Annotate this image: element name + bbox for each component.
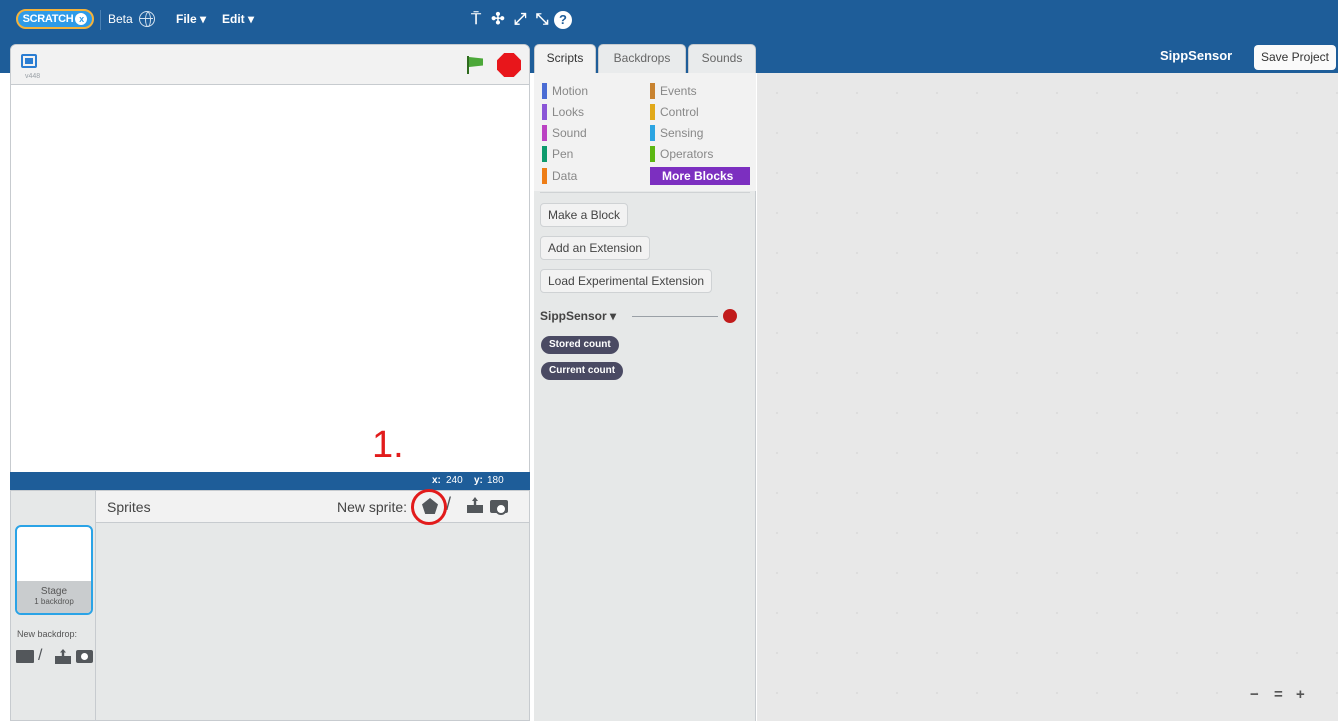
backdrop-library-icon[interactable] — [16, 650, 34, 663]
stage-thumbnail-name: Stage — [40, 586, 68, 597]
file-menu[interactable]: File ▾ — [176, 12, 206, 26]
stage-thumbnail[interactable]: Stage 1 backdrop — [15, 525, 93, 615]
category-more-blocks[interactable]: More Blocks — [650, 167, 750, 185]
duplicate-icon[interactable]: ⍑ — [466, 10, 486, 30]
category-label: Motion — [552, 84, 589, 98]
category-control[interactable]: Control — [650, 103, 699, 121]
camera-backdrop-icon[interactable] — [76, 650, 93, 663]
zoom-reset-icon[interactable]: = — [1274, 686, 1283, 703]
stage-thumbnail-caption: Stage 1 backdrop — [17, 581, 91, 613]
category-color — [542, 125, 547, 141]
zoom-in-icon[interactable]: + — [1296, 686, 1305, 703]
stage-header: v448 — [11, 45, 529, 85]
category-color — [542, 83, 547, 99]
category-sound[interactable]: Sound — [542, 124, 587, 142]
stage-panel[interactable]: v448 — [10, 44, 530, 474]
zoom-controls: − = + — [1250, 686, 1320, 706]
make-a-block-button[interactable]: Make a Block — [540, 203, 629, 227]
beta-label: Beta — [108, 12, 133, 26]
y-value: 180 — [487, 475, 504, 486]
category-label: Looks — [552, 105, 585, 119]
zoom-in-glyph: + — [1296, 686, 1305, 703]
palette-divider — [540, 192, 750, 193]
new-backdrop-tools: / — [16, 648, 94, 666]
stage-backdrop-count: 1 backdrop — [34, 597, 74, 606]
menu-bar: SCRATCH x Beta File ▾ Edit ▾ ⍑ ✣ ⤢ ⤡ ? — [0, 0, 1338, 40]
extension-divider — [632, 316, 718, 317]
logo-text: SCRATCH — [22, 13, 74, 25]
category-label: Data — [552, 169, 578, 183]
category-looks[interactable]: Looks — [542, 103, 584, 121]
category-pen[interactable]: Pen — [542, 145, 573, 163]
category-label: Sensing — [660, 126, 704, 140]
x-label: x: — [432, 475, 441, 486]
reporter-block-current-count[interactable]: Current count — [541, 362, 624, 380]
x-value: 240 — [446, 475, 463, 486]
category-color — [542, 168, 547, 184]
category-motion[interactable]: Motion — [542, 82, 588, 100]
reporter-block-stored-count[interactable]: Stored count — [541, 336, 619, 354]
category-data[interactable]: Data — [542, 167, 577, 185]
category-events[interactable]: Events — [650, 82, 697, 100]
delete-icon[interactable]: ✣ — [488, 10, 508, 30]
help-icon[interactable]: ? — [554, 11, 572, 29]
save-project-button[interactable]: Save Project — [1254, 45, 1336, 70]
project-title[interactable]: SippSensor — [1160, 48, 1232, 63]
edit-menu[interactable]: Edit ▾ — [222, 12, 254, 26]
stage-column: Stage 1 backdrop New backdrop: / — [11, 491, 96, 720]
scratch-logo[interactable]: SCRATCH x — [16, 9, 94, 29]
category-color — [650, 104, 655, 120]
category-operators[interactable]: Operators — [650, 145, 713, 163]
tab-backdrops[interactable]: Backdrops — [598, 44, 686, 73]
load-experimental-extension-button[interactable]: Load Experimental Extension — [540, 269, 713, 293]
grow-icon[interactable]: ⤢ — [510, 10, 530, 30]
category-label: Pen — [552, 147, 574, 161]
tab-scripts[interactable]: Scripts — [534, 44, 596, 73]
language-globe-icon[interactable] — [139, 11, 155, 27]
category-label: Operators — [660, 147, 714, 161]
green-flag-icon[interactable] — [466, 56, 484, 74]
upload-backdrop-icon[interactable] — [54, 649, 72, 665]
zoom-out-glyph: − — [1250, 686, 1259, 703]
zoom-reset-glyph: = — [1274, 686, 1283, 703]
new-backdrop-label: New backdrop: — [17, 629, 78, 639]
category-label: Sound — [552, 126, 587, 140]
annotation-step-number: 1. — [372, 424, 404, 466]
y-label: y: — [474, 475, 483, 486]
category-label: Control — [660, 105, 699, 119]
scripts-area[interactable] — [757, 73, 1338, 721]
category-color — [650, 146, 655, 162]
add-extension-button[interactable]: Add an Extension — [540, 236, 651, 260]
sprites-title: Sprites — [107, 499, 151, 515]
camera-sprite-icon[interactable] — [490, 500, 508, 515]
menu-divider — [100, 10, 101, 30]
sprite-pane: Stage 1 backdrop New backdrop: / Sprites… — [10, 489, 530, 721]
stop-sign-icon[interactable] — [497, 53, 521, 77]
category-sensing[interactable]: Sensing — [650, 124, 703, 142]
block-palette: Motion Looks Sound Pen Data Events Contr… — [534, 73, 756, 721]
presentation-mode-icon[interactable] — [21, 54, 37, 68]
category-selector: Motion Looks Sound Pen Data Events Contr… — [534, 73, 756, 191]
category-label: Events — [660, 84, 697, 98]
extension-menu[interactable]: SippSensor ▾ — [540, 309, 616, 323]
shrink-icon[interactable]: ⤡ — [532, 10, 552, 30]
version-label: v448 — [25, 73, 41, 80]
category-color — [650, 83, 655, 99]
category-color — [542, 104, 547, 120]
category-label: More Blocks — [662, 169, 734, 183]
new-sprite-label: New sprite: — [337, 499, 408, 515]
zoom-out-icon[interactable]: − — [1250, 686, 1259, 703]
extension-status-icon — [723, 309, 737, 323]
category-color — [650, 125, 655, 141]
category-color — [542, 146, 547, 162]
annotation-highlight-circle — [411, 489, 447, 525]
mouse-coordinates: x: 240 y: 180 — [10, 472, 530, 492]
logo-badge: x — [75, 13, 88, 25]
sprite-header: Sprites New sprite: / — [96, 491, 529, 523]
paint-backdrop-icon[interactable]: / — [38, 648, 42, 664]
tab-sounds[interactable]: Sounds — [688, 44, 756, 73]
upload-sprite-icon[interactable] — [466, 497, 484, 513]
